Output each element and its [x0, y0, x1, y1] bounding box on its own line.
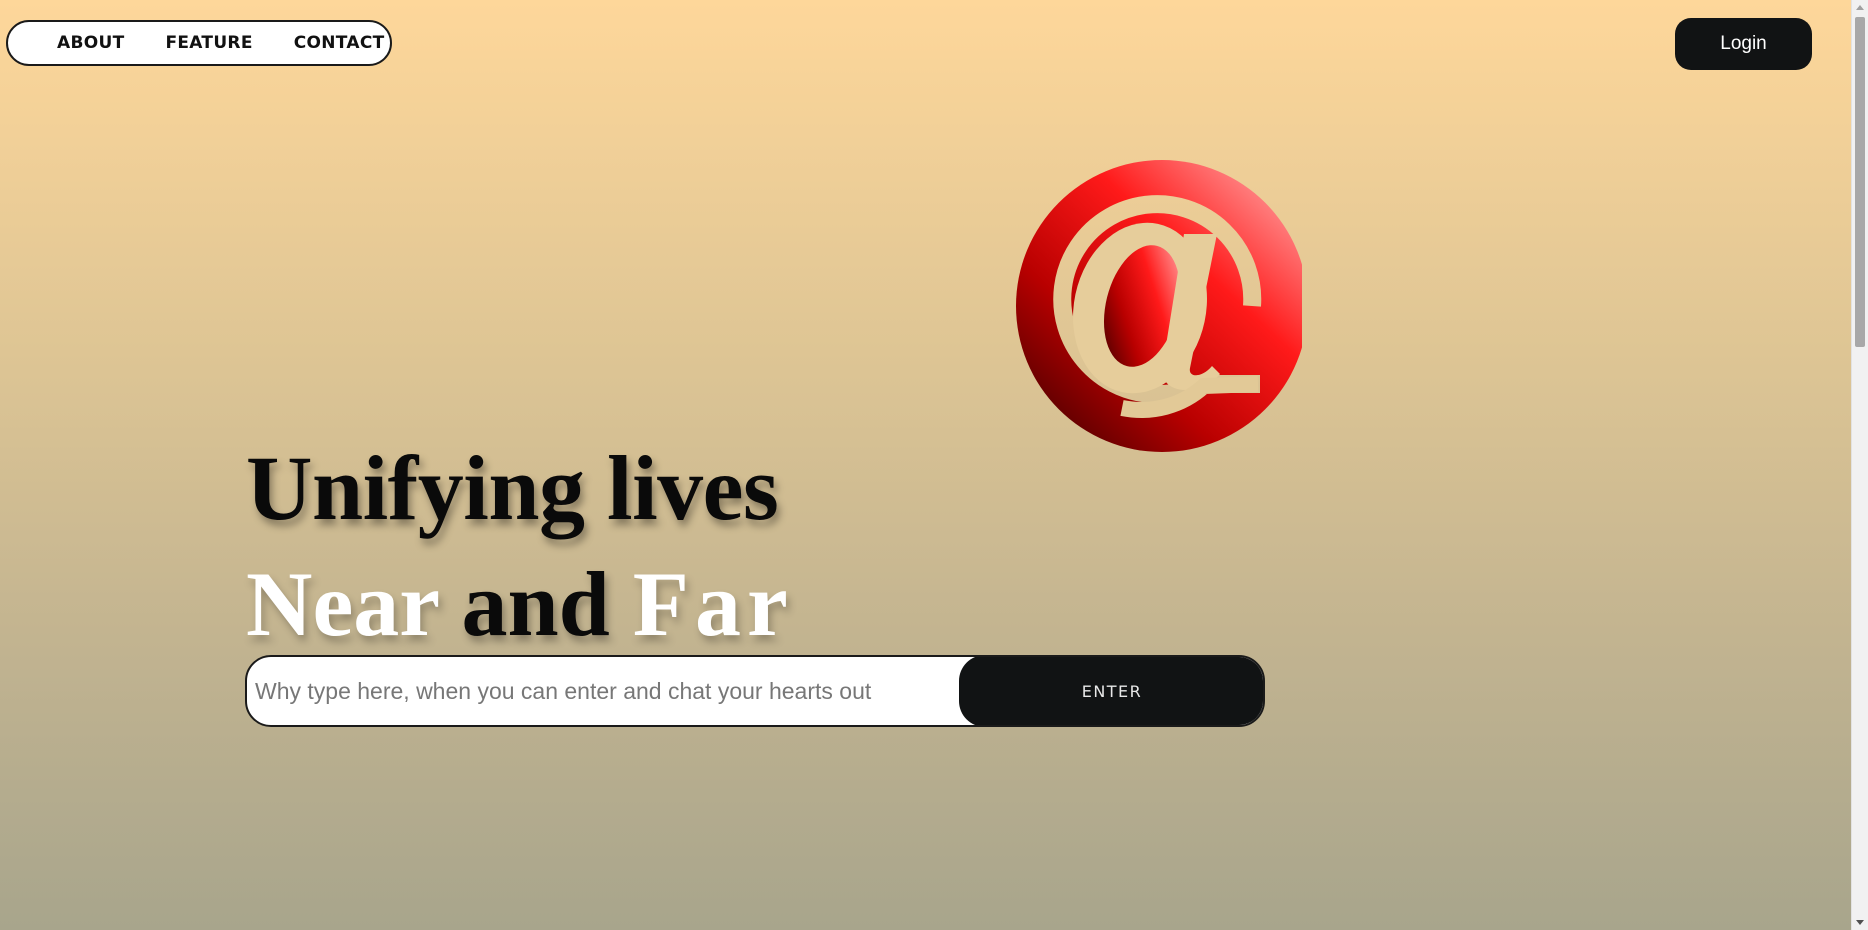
- hero-word-far: Far: [632, 553, 794, 655]
- hero-word-near: Near: [246, 553, 439, 655]
- vertical-scrollbar[interactable]: [1851, 0, 1868, 930]
- hero-word-and: and: [461, 553, 610, 655]
- hero-title-line1: Unifying lives: [246, 437, 779, 539]
- hero-title-line2: Near and Far: [246, 548, 794, 660]
- scroll-up-arrow-icon[interactable]: [1856, 5, 1864, 10]
- nav-link-about[interactable]: ABOUT: [57, 33, 124, 53]
- scroll-thumb[interactable]: [1855, 17, 1865, 347]
- chat-entry-form: ENTER: [245, 655, 1265, 727]
- hero: Unifying lives Near and Far: [246, 432, 794, 660]
- enter-button[interactable]: ENTER: [959, 657, 1263, 725]
- nav-link-feature[interactable]: FEATURE: [165, 33, 252, 53]
- top-nav: ABOUT FEATURE CONTACT: [6, 20, 392, 66]
- at-sign-icon: a: [1016, 160, 1302, 452]
- login-button[interactable]: Login: [1675, 18, 1812, 70]
- nav-link-contact[interactable]: CONTACT: [294, 33, 385, 53]
- page: ABOUT FEATURE CONTACT Login a: [0, 0, 1851, 930]
- scroll-down-arrow-icon[interactable]: [1856, 920, 1864, 925]
